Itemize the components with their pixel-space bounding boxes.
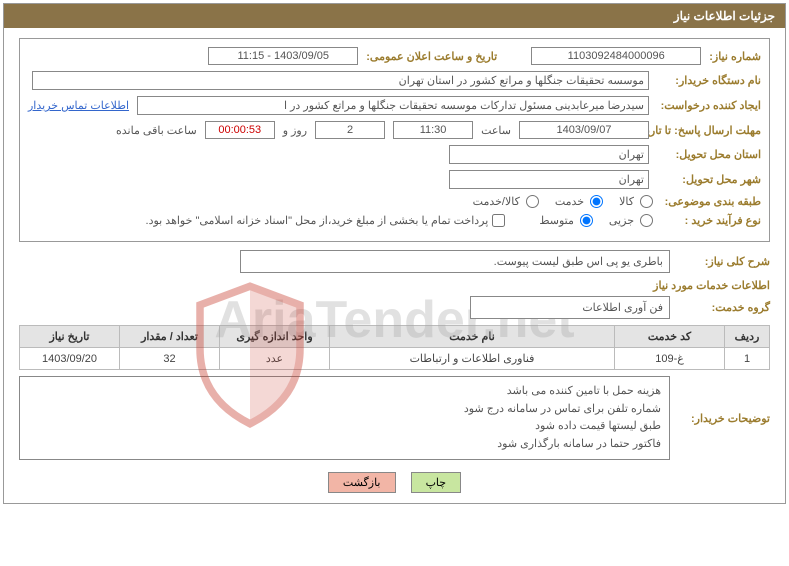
buyer-note-line: هزینه حمل با تامین کننده می باشد	[28, 383, 661, 401]
category-radios: کالا خدمت کالا/خدمت	[459, 195, 653, 208]
deadline-label: مهلت ارسال پاسخ: تا تاریخ:	[653, 124, 761, 137]
proc-opt-medium[interactable]	[580, 214, 593, 227]
buyer-notes-box: هزینه حمل با تامین کننده می باشد شماره ت…	[19, 376, 670, 460]
requester-value: سیدرضا میرعابدینی مسئول تدارکات موسسه تح…	[137, 96, 649, 115]
cat-opt-service[interactable]	[590, 195, 603, 208]
treasury-check: پرداخت تمام یا بخشی از مبلغ خرید،از محل …	[146, 214, 506, 227]
th-unit: واحد اندازه گیری	[220, 326, 330, 348]
th-qty: تعداد / مقدار	[120, 326, 220, 348]
cat-opt-both[interactable]	[526, 195, 539, 208]
deadline-date: 1403/09/07	[519, 121, 649, 139]
province-value: تهران	[449, 145, 649, 164]
city-label: شهر محل تحویل:	[653, 173, 761, 186]
buyer-notes-label: توضیحات خریدار:	[670, 412, 770, 425]
treasury-checkbox[interactable]	[492, 214, 505, 227]
cat-opt-goods[interactable]	[640, 195, 653, 208]
proc-opt-minor[interactable]	[640, 214, 653, 227]
print-button[interactable]: چاپ	[411, 472, 462, 493]
page-title: جزئیات اطلاعات نیاز	[4, 4, 785, 28]
th-date: تاریخ نیاز	[20, 326, 120, 348]
td-code: غ-109	[615, 348, 725, 370]
back-button[interactable]: بازگشت	[328, 472, 396, 493]
td-unit: عدد	[220, 348, 330, 370]
button-row: چاپ بازگشت	[4, 472, 785, 493]
process-radios: جزیی متوسط	[525, 214, 653, 227]
td-name: فناوری اطلاعات و ارتباطات	[330, 348, 615, 370]
desc-value: باطری یو پی اس طبق لیست پیوست.	[240, 250, 670, 273]
remaining-word: ساعت باقی مانده	[112, 124, 201, 137]
buyer-org-value: موسسه تحقیقات جنگلها و مراتع کشور در است…	[32, 71, 649, 90]
cat-opt-service-label: خدمت	[541, 195, 586, 208]
need-no-label: شماره نیاز:	[705, 50, 761, 63]
services-table: ردیف کد خدمت نام خدمت واحد اندازه گیری ت…	[19, 325, 770, 370]
service-group-label: گروه خدمت:	[670, 301, 770, 314]
td-row: 1	[725, 348, 770, 370]
requester-label: ایجاد کننده درخواست:	[653, 99, 761, 112]
deadline-time: 11:30	[393, 121, 473, 139]
category-label: طبقه بندی موضوعی:	[653, 195, 761, 208]
proc-opt-medium-label: متوسط	[525, 214, 576, 227]
buyer-note-line: فاکتور حتما در سامانه بارگذاری شود	[28, 436, 661, 454]
th-row: ردیف	[725, 326, 770, 348]
city-value: تهران	[449, 170, 649, 189]
table-header-row: ردیف کد خدمت نام خدمت واحد اندازه گیری ت…	[20, 326, 770, 348]
province-label: استان محل تحویل:	[653, 148, 761, 161]
proc-opt-minor-label: جزیی	[595, 214, 636, 227]
table-row: 1 غ-109 فناوری اطلاعات و ارتباطات عدد 32…	[20, 348, 770, 370]
buyer-note-line: شماره تلفن برای تماس در سامانه درج شود	[28, 401, 661, 419]
info-box: شماره نیاز: 1103092484000096 تاریخ و ساع…	[19, 38, 770, 242]
need-no-value: 1103092484000096	[531, 47, 701, 65]
th-code: کد خدمت	[615, 326, 725, 348]
services-header: اطلاعات خدمات مورد نیاز	[19, 279, 770, 292]
td-qty: 32	[120, 348, 220, 370]
hour-word: ساعت	[477, 124, 515, 137]
desc-label: شرح کلی نیاز:	[670, 255, 770, 268]
announce-label: تاریخ و ساعت اعلان عمومی:	[362, 50, 497, 63]
buyer-contact-link[interactable]: اطلاعات تماس خریدار	[28, 99, 133, 112]
days-remaining: 2	[315, 121, 385, 139]
td-date: 1403/09/20	[20, 348, 120, 370]
treasury-note: پرداخت تمام یا بخشی از مبلغ خرید،از محل …	[146, 214, 489, 227]
service-group-value: فن آوری اطلاعات	[470, 296, 670, 319]
process-label: نوع فرآیند خرید :	[653, 214, 761, 227]
cat-opt-both-label: کالا/خدمت	[459, 195, 522, 208]
days-and-word: روز و	[279, 124, 311, 137]
cat-opt-goods-label: کالا	[605, 195, 636, 208]
buyer-note-line: طبق لیستها قیمت داده شود	[28, 418, 661, 436]
buyer-org-label: نام دستگاه خریدار:	[653, 74, 761, 87]
countdown: 00:00:53	[205, 121, 275, 139]
announce-value: 1403/09/05 - 11:15	[208, 47, 358, 65]
th-name: نام خدمت	[330, 326, 615, 348]
